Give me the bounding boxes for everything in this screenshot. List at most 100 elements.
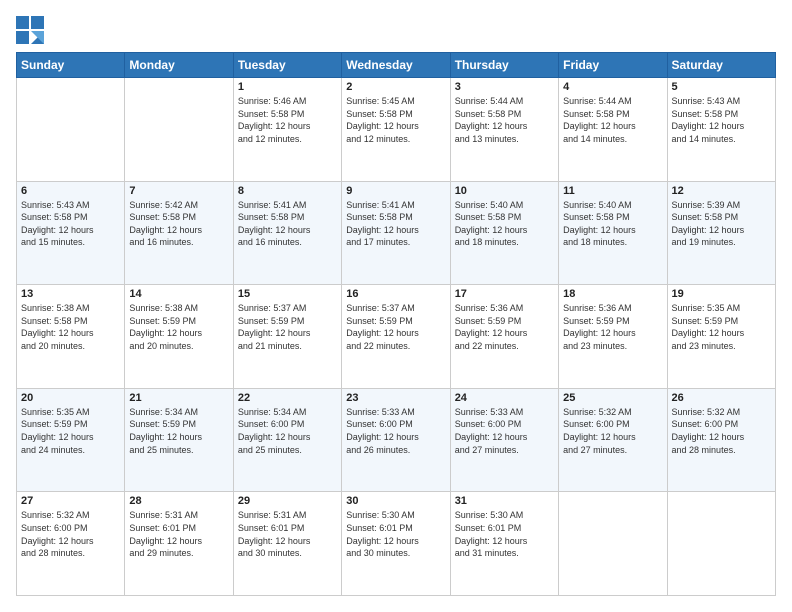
day-number: 24 xyxy=(455,392,554,404)
day-number: 23 xyxy=(346,392,445,404)
day-info: Sunrise: 5:43 AM Sunset: 5:58 PM Dayligh… xyxy=(672,95,771,145)
calendar-cell: 16 Sunrise: 5:37 AM Sunset: 5:59 PM Dayli… xyxy=(342,285,450,389)
calendar-cell: 7 Sunrise: 5:42 AM Sunset: 5:58 PM Daylig… xyxy=(125,181,233,285)
calendar-cell: 19Sunrise: 5:35 AM Sunset: 5:59 PM Dayli… xyxy=(667,285,775,389)
calendar-cell: 17 Sunrise: 5:36 AM Sunset: 5:59 PM Dayli… xyxy=(450,285,558,389)
day-info: Sunrise: 5:44 AM Sunset: 5:58 PM Dayligh… xyxy=(455,95,554,145)
calendar-day-header: Saturday xyxy=(667,53,775,78)
day-number: 8 xyxy=(238,185,337,197)
calendar-cell: 12Sunrise: 5:39 AM Sunset: 5:58 PM Dayli… xyxy=(667,181,775,285)
calendar-cell: 14 Sunrise: 5:38 AM Sunset: 5:59 PM Dayli… xyxy=(125,285,233,389)
day-info: Sunrise: 5:39 AM Sunset: 5:58 PM Dayligh… xyxy=(672,199,771,249)
day-number: 2 xyxy=(346,81,445,93)
day-info: Sunrise: 5:34 AM Sunset: 6:00 PM Dayligh… xyxy=(238,406,337,456)
day-number: 27 xyxy=(21,495,120,507)
day-info: Sunrise: 5:31 AM Sunset: 6:01 PM Dayligh… xyxy=(238,509,337,559)
calendar-cell: 2 Sunrise: 5:45 AM Sunset: 5:58 PM Daylig… xyxy=(342,78,450,182)
day-number: 14 xyxy=(129,288,228,300)
calendar-cell: 22 Sunrise: 5:34 AM Sunset: 6:00 PM Dayli… xyxy=(233,388,341,492)
calendar-week-row: 20 Sunrise: 5:35 AM Sunset: 5:59 PM Dayli… xyxy=(17,388,776,492)
calendar-cell: 24 Sunrise: 5:33 AM Sunset: 6:00 PM Dayli… xyxy=(450,388,558,492)
calendar-cell: 20 Sunrise: 5:35 AM Sunset: 5:59 PM Dayli… xyxy=(17,388,125,492)
day-number: 15 xyxy=(238,288,337,300)
day-number: 16 xyxy=(346,288,445,300)
day-info: Sunrise: 5:42 AM Sunset: 5:58 PM Dayligh… xyxy=(129,199,228,249)
day-number: 31 xyxy=(455,495,554,507)
calendar-cell: 18 Sunrise: 5:36 AM Sunset: 5:59 PM Dayli… xyxy=(559,285,667,389)
day-info: Sunrise: 5:38 AM Sunset: 5:58 PM Dayligh… xyxy=(21,302,120,352)
calendar-cell: 9 Sunrise: 5:41 AM Sunset: 5:58 PM Daylig… xyxy=(342,181,450,285)
calendar-cell: 1Sunrise: 5:46 AM Sunset: 5:58 PM Daylig… xyxy=(233,78,341,182)
day-info: Sunrise: 5:36 AM Sunset: 5:59 PM Dayligh… xyxy=(455,302,554,352)
calendar-cell: 27 Sunrise: 5:32 AM Sunset: 6:00 PM Dayli… xyxy=(17,492,125,596)
day-info: Sunrise: 5:32 AM Sunset: 6:00 PM Dayligh… xyxy=(21,509,120,559)
day-number: 3 xyxy=(455,81,554,93)
calendar-week-row: 6 Sunrise: 5:43 AM Sunset: 5:58 PM Daylig… xyxy=(17,181,776,285)
day-info: Sunrise: 5:37 AM Sunset: 5:59 PM Dayligh… xyxy=(238,302,337,352)
day-number: 30 xyxy=(346,495,445,507)
calendar-cell: 25 Sunrise: 5:32 AM Sunset: 6:00 PM Dayli… xyxy=(559,388,667,492)
day-info: Sunrise: 5:30 AM Sunset: 6:01 PM Dayligh… xyxy=(346,509,445,559)
calendar-cell: 28Sunrise: 5:31 AM Sunset: 6:01 PM Dayli… xyxy=(125,492,233,596)
calendar-day-header: Tuesday xyxy=(233,53,341,78)
calendar-week-row: 1Sunrise: 5:46 AM Sunset: 5:58 PM Daylig… xyxy=(17,78,776,182)
calendar-cell: 23 Sunrise: 5:33 AM Sunset: 6:00 PM Dayli… xyxy=(342,388,450,492)
calendar-week-row: 13 Sunrise: 5:38 AM Sunset: 5:58 PM Dayli… xyxy=(17,285,776,389)
day-info: Sunrise: 5:41 AM Sunset: 5:58 PM Dayligh… xyxy=(346,199,445,249)
day-info: Sunrise: 5:35 AM Sunset: 5:59 PM Dayligh… xyxy=(21,406,120,456)
day-info: Sunrise: 5:38 AM Sunset: 5:59 PM Dayligh… xyxy=(129,302,228,352)
calendar-cell xyxy=(125,78,233,182)
day-info: Sunrise: 5:37 AM Sunset: 5:59 PM Dayligh… xyxy=(346,302,445,352)
day-number: 17 xyxy=(455,288,554,300)
day-info: Sunrise: 5:40 AM Sunset: 5:58 PM Dayligh… xyxy=(563,199,662,249)
calendar-cell: 10Sunrise: 5:40 AM Sunset: 5:58 PM Dayli… xyxy=(450,181,558,285)
day-number: 22 xyxy=(238,392,337,404)
day-info: Sunrise: 5:32 AM Sunset: 6:00 PM Dayligh… xyxy=(672,406,771,456)
calendar-cell: 21Sunrise: 5:34 AM Sunset: 5:59 PM Dayli… xyxy=(125,388,233,492)
calendar-day-header: Thursday xyxy=(450,53,558,78)
day-info: Sunrise: 5:30 AM Sunset: 6:01 PM Dayligh… xyxy=(455,509,554,559)
day-info: Sunrise: 5:34 AM Sunset: 5:59 PM Dayligh… xyxy=(129,406,228,456)
calendar-cell: 26 Sunrise: 5:32 AM Sunset: 6:00 PM Dayli… xyxy=(667,388,775,492)
logo xyxy=(16,16,48,44)
day-number: 9 xyxy=(346,185,445,197)
day-number: 20 xyxy=(21,392,120,404)
calendar-cell: 15 Sunrise: 5:37 AM Sunset: 5:59 PM Dayli… xyxy=(233,285,341,389)
day-number: 10 xyxy=(455,185,554,197)
day-info: Sunrise: 5:41 AM Sunset: 5:58 PM Dayligh… xyxy=(238,199,337,249)
day-info: Sunrise: 5:45 AM Sunset: 5:58 PM Dayligh… xyxy=(346,95,445,145)
day-info: Sunrise: 5:43 AM Sunset: 5:58 PM Dayligh… xyxy=(21,199,120,249)
day-number: 26 xyxy=(672,392,771,404)
day-number: 11 xyxy=(563,185,662,197)
calendar-cell: 5 Sunrise: 5:43 AM Sunset: 5:58 PM Daylig… xyxy=(667,78,775,182)
day-info: Sunrise: 5:32 AM Sunset: 6:00 PM Dayligh… xyxy=(563,406,662,456)
day-number: 5 xyxy=(672,81,771,93)
day-info: Sunrise: 5:44 AM Sunset: 5:58 PM Dayligh… xyxy=(563,95,662,145)
page: SundayMondayTuesdayWednesdayThursdayFrid… xyxy=(0,0,792,612)
day-info: Sunrise: 5:36 AM Sunset: 5:59 PM Dayligh… xyxy=(563,302,662,352)
day-info: Sunrise: 5:35 AM Sunset: 5:59 PM Dayligh… xyxy=(672,302,771,352)
day-number: 25 xyxy=(563,392,662,404)
day-number: 18 xyxy=(563,288,662,300)
calendar-day-header: Friday xyxy=(559,53,667,78)
calendar-cell: 8 Sunrise: 5:41 AM Sunset: 5:58 PM Daylig… xyxy=(233,181,341,285)
calendar-day-header: Monday xyxy=(125,53,233,78)
day-number: 13 xyxy=(21,288,120,300)
calendar-header-row: SundayMondayTuesdayWednesdayThursdayFrid… xyxy=(17,53,776,78)
calendar-cell: 31 Sunrise: 5:30 AM Sunset: 6:01 PM Dayli… xyxy=(450,492,558,596)
calendar-cell: 13 Sunrise: 5:38 AM Sunset: 5:58 PM Dayli… xyxy=(17,285,125,389)
calendar-cell: 30 Sunrise: 5:30 AM Sunset: 6:01 PM Dayli… xyxy=(342,492,450,596)
logo-icon xyxy=(16,16,44,44)
calendar-week-row: 27 Sunrise: 5:32 AM Sunset: 6:00 PM Dayli… xyxy=(17,492,776,596)
day-info: Sunrise: 5:33 AM Sunset: 6:00 PM Dayligh… xyxy=(455,406,554,456)
calendar-cell: 29Sunrise: 5:31 AM Sunset: 6:01 PM Dayli… xyxy=(233,492,341,596)
calendar-cell xyxy=(667,492,775,596)
day-info: Sunrise: 5:33 AM Sunset: 6:00 PM Dayligh… xyxy=(346,406,445,456)
day-number: 6 xyxy=(21,185,120,197)
day-number: 7 xyxy=(129,185,228,197)
day-info: Sunrise: 5:46 AM Sunset: 5:58 PM Dayligh… xyxy=(238,95,337,145)
day-info: Sunrise: 5:31 AM Sunset: 6:01 PM Dayligh… xyxy=(129,509,228,559)
calendar-table: SundayMondayTuesdayWednesdayThursdayFrid… xyxy=(16,52,776,596)
calendar-day-header: Sunday xyxy=(17,53,125,78)
header xyxy=(16,16,776,44)
